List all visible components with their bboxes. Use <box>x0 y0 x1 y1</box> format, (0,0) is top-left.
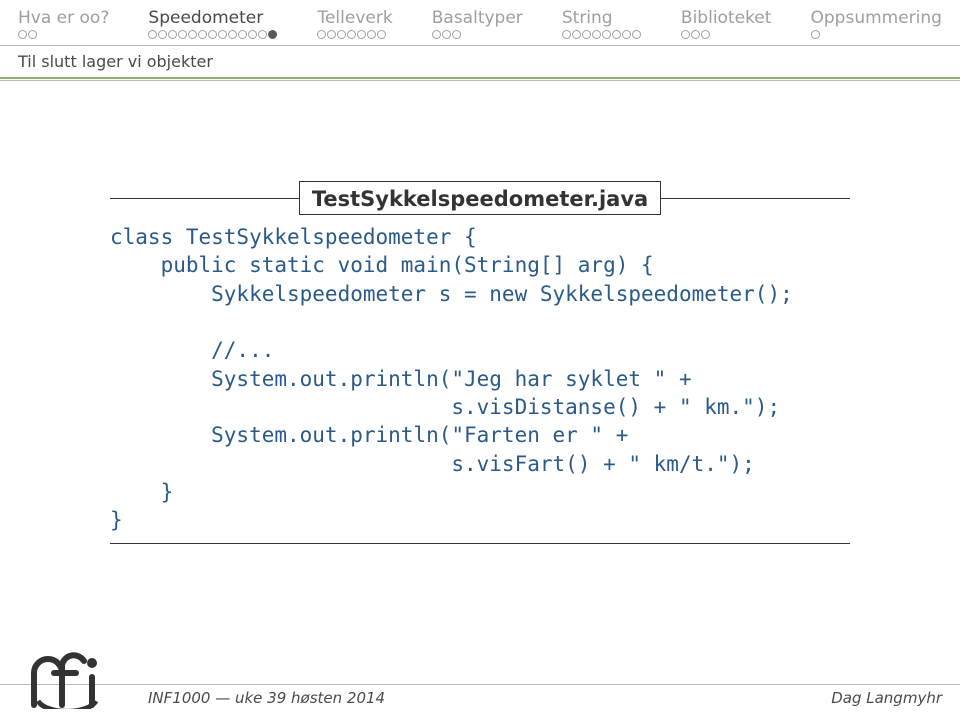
progress-dot <box>592 30 601 39</box>
progress-dot <box>442 30 451 39</box>
code-block: class TestSykkelspeedometer { public sta… <box>110 217 850 543</box>
nav-label: String <box>562 8 613 28</box>
progress-dot <box>602 30 611 39</box>
nav-progress-dots <box>562 30 642 39</box>
code-filename: TestSykkelspeedometer.java <box>299 181 661 215</box>
progress-dot <box>198 30 207 39</box>
footer-left: INF1000 — uke 39 høsten 2014 <box>148 689 385 707</box>
nav-progress-dots <box>432 30 462 39</box>
nav-label: Speedometer <box>148 8 263 28</box>
progress-dot <box>701 30 710 39</box>
progress-dot <box>612 30 621 39</box>
progress-dot <box>622 30 631 39</box>
progress-dot <box>18 30 27 39</box>
nav-label: Oppsummering <box>811 8 942 28</box>
progress-dot <box>582 30 591 39</box>
nav-item[interactable]: Hva er oo? <box>18 8 109 39</box>
green-rule <box>0 77 960 79</box>
title-rule-left <box>110 198 299 199</box>
nav-progress-dots <box>681 30 711 39</box>
footer: INF1000 — uke 39 høsten 2014 Dag Langmyh… <box>0 643 960 719</box>
progress-dot <box>258 30 267 39</box>
footer-right: Dag Langmyhr <box>831 689 942 707</box>
progress-dot <box>632 30 641 39</box>
progress-dot <box>572 30 581 39</box>
progress-dot <box>377 30 386 39</box>
nav-item[interactable]: Speedometer <box>148 8 278 39</box>
progress-dot <box>178 30 187 39</box>
nav-progress-dots <box>317 30 387 39</box>
progress-dot <box>268 30 277 39</box>
nav-label: Basaltyper <box>432 8 523 28</box>
nav-item[interactable]: Biblioteket <box>681 8 772 39</box>
nav-item[interactable]: Oppsummering <box>811 8 942 39</box>
progress-dot <box>218 30 227 39</box>
nav-label: Biblioteket <box>681 8 772 28</box>
nav-item[interactable]: Basaltyper <box>432 8 523 39</box>
progress-dot <box>188 30 197 39</box>
code-bottom-rule <box>110 543 850 544</box>
progress-dot <box>238 30 247 39</box>
nav-item[interactable]: Telleverk <box>317 8 392 39</box>
nav-progress-dots <box>18 30 38 39</box>
nav-progress-dots <box>811 30 821 39</box>
slide-subtitle: Til slutt lager vi objekter <box>0 46 960 75</box>
progress-dot <box>148 30 157 39</box>
progress-dot <box>248 30 257 39</box>
progress-dot <box>158 30 167 39</box>
title-rule-right <box>661 198 850 199</box>
progress-dot <box>208 30 217 39</box>
progress-dot <box>347 30 356 39</box>
nav-item[interactable]: String <box>562 8 642 39</box>
progress-dot <box>681 30 690 39</box>
nav-label: Hva er oo? <box>18 8 109 28</box>
progress-dot <box>28 30 37 39</box>
nav-progress-dots <box>148 30 278 39</box>
progress-dot <box>327 30 336 39</box>
ifi-logo <box>18 643 128 709</box>
main-content: TestSykkelspeedometer.java class TestSyk… <box>0 81 960 544</box>
progress-dot <box>228 30 237 39</box>
progress-dot <box>432 30 441 39</box>
progress-dot <box>811 30 820 39</box>
progress-dot <box>367 30 376 39</box>
progress-dot <box>317 30 326 39</box>
progress-dot <box>337 30 346 39</box>
top-nav: Hva er oo? Speedometer Telleverk Basaltyper… <box>0 0 960 41</box>
progress-dot <box>691 30 700 39</box>
nav-label: Telleverk <box>317 8 392 28</box>
progress-dot <box>357 30 366 39</box>
progress-dot <box>452 30 461 39</box>
code-title-row: TestSykkelspeedometer.java <box>110 181 850 215</box>
progress-dot <box>562 30 571 39</box>
progress-dot <box>168 30 177 39</box>
